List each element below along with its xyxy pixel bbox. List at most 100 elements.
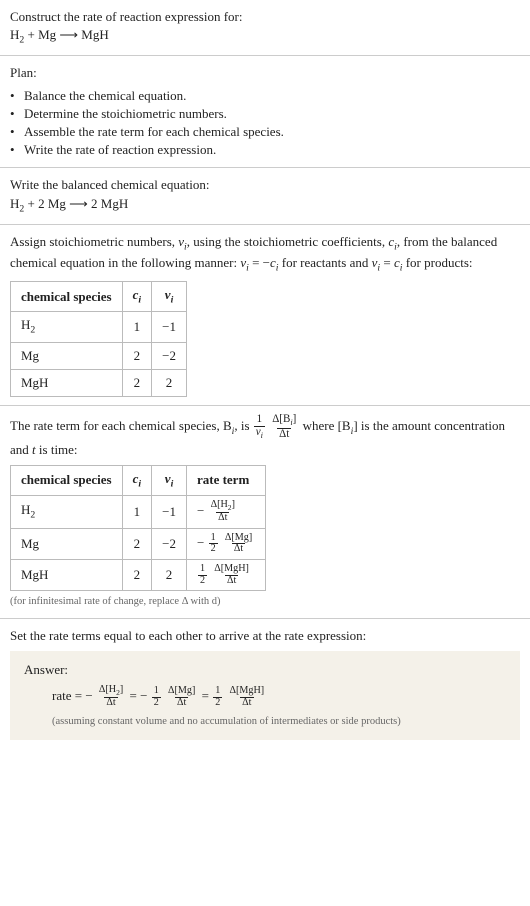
frac-num: Δ[Mg]	[166, 686, 197, 697]
fraction-half: 12	[213, 686, 222, 708]
plan-item-text: Determine the stoichiometric numbers.	[24, 105, 227, 123]
table2-footnote: (for infinitesimal rate of change, repla…	[10, 595, 520, 610]
table-row: H2 1 −1 − Δ[H2]Δt	[11, 496, 266, 529]
nui-cell: 2	[152, 369, 187, 396]
rate-expression: rate = − Δ[H2]Δt = − 12 Δ[Mg]Δt = 12 Δ[M…	[52, 685, 506, 709]
rate-term-cell: − 12 Δ[Mg]Δt	[186, 528, 265, 559]
delta-open: Δ[MgH	[214, 563, 245, 574]
species-sub: 2	[30, 325, 35, 336]
frac-num: Δ[MgH]	[228, 686, 267, 697]
fraction: Δ[Mg]Δt	[166, 686, 197, 708]
rate-intro-part: is time:	[36, 442, 78, 457]
balanced-heading: Write the balanced chemical equation:	[10, 176, 520, 194]
ci-cell: 2	[122, 342, 152, 369]
bullet-icon: •	[10, 105, 20, 123]
frac-den: Δt	[240, 697, 253, 709]
answer-box: Answer: rate = − Δ[H2]Δt = − 12 Δ[Mg]Δt …	[10, 651, 520, 740]
frac-num: 1	[255, 414, 265, 426]
frac-num: 1	[213, 686, 222, 697]
equals: =	[130, 688, 141, 703]
ci-cell: 2	[122, 528, 152, 559]
i-sub: i	[171, 478, 174, 489]
table-row: MgH 2 2	[11, 369, 187, 396]
eqn-rest: + Mg ⟶ MgH	[24, 27, 108, 42]
plan-item-text: Write the rate of reaction expression.	[24, 141, 216, 159]
rate-intro-text: The rate term for each chemical species,…	[10, 414, 520, 459]
assign-text: Assign stoichiometric numbers, νi, using…	[10, 233, 520, 275]
ci-cell: 1	[122, 312, 152, 342]
frac-num: Δ[H2]	[97, 685, 125, 697]
delta-close: ]	[120, 684, 123, 695]
ci-cell: 2	[122, 559, 152, 590]
i-sub: i	[138, 295, 141, 306]
rate-intro-part: where [B	[303, 418, 351, 433]
balanced-equation: H2 + 2 Mg ⟶ 2 MgH	[10, 195, 520, 216]
assign-part: = −	[249, 255, 270, 270]
frac-num: Δ[H2]	[209, 500, 237, 512]
frac-den: Δt	[232, 543, 245, 555]
delta-close: ]	[232, 499, 235, 510]
fraction: Δ[MgH]Δt	[212, 564, 251, 586]
assign-part: for products:	[402, 255, 472, 270]
table-row: Mg 2 −2 − 12 Δ[Mg]Δt	[11, 528, 266, 559]
nui-cell: −1	[152, 312, 187, 342]
i-sub: i	[261, 431, 263, 440]
plan-list: •Balance the chemical equation. •Determi…	[10, 87, 520, 160]
table-row: chemical species ci νi	[11, 282, 187, 312]
bullet-icon: •	[10, 123, 20, 141]
species-sub: 2	[30, 510, 35, 521]
h2-symbol: H	[10, 196, 19, 211]
final-heading: Set the rate terms equal to each other t…	[10, 627, 520, 645]
assign-part: for reactants and	[279, 255, 372, 270]
assumption-note: (assuming constant volume and no accumul…	[52, 715, 506, 730]
delta-close: ]	[192, 685, 195, 696]
stoich-table: chemical species ci νi H2 1 −1 Mg 2 −2 M…	[10, 281, 187, 397]
delta-close: ]	[261, 685, 264, 696]
table-row: H2 1 −1	[11, 312, 187, 342]
ci-cell: 1	[122, 496, 152, 529]
delta-open: Δ[H	[99, 684, 116, 695]
nui-cell: 2	[152, 559, 187, 590]
rate-term-section: The rate term for each chemical species,…	[0, 406, 530, 618]
plan-item-text: Balance the chemical equation.	[24, 87, 186, 105]
plan-item-text: Assemble the rate term for each chemical…	[24, 123, 284, 141]
species-text: H	[21, 502, 30, 517]
sign: −	[85, 688, 92, 703]
species-cell: Mg	[11, 528, 123, 559]
nui-cell: −1	[152, 496, 187, 529]
final-section: Set the rate terms equal to each other t…	[0, 619, 530, 748]
delta-open: Δ[MgH	[230, 685, 261, 696]
table-row: chemical species ci νi rate term	[11, 465, 266, 495]
table-row: Mg 2 −2	[11, 342, 187, 369]
table-row: MgH 2 2 12 Δ[MgH]Δt	[11, 559, 266, 590]
frac-num: Δ[Mg]	[223, 533, 254, 544]
col-ci: ci	[122, 465, 152, 495]
frac-den: 2	[213, 697, 222, 709]
frac-den: Δt	[216, 512, 229, 524]
assign-part: =	[380, 255, 394, 270]
frac-den: 2	[209, 543, 218, 555]
rate-term-cell: 12 Δ[MgH]Δt	[186, 559, 265, 590]
frac-num: 1	[198, 564, 207, 575]
fraction: Δ[H2]Δt	[209, 500, 237, 524]
balanced-section: Write the balanced chemical equation: H2…	[0, 168, 530, 223]
sign: −	[197, 535, 204, 550]
plan-section: Plan: •Balance the chemical equation. •D…	[0, 56, 530, 167]
rate-term-table: chemical species ci νi rate term H2 1 −1…	[10, 465, 266, 591]
frac-num: Δ[MgH]	[212, 564, 251, 575]
bullet-icon: •	[10, 141, 20, 159]
list-item: •Write the rate of reaction expression.	[10, 141, 520, 159]
i-sub: i	[138, 478, 141, 489]
header-section: Construct the rate of reaction expressio…	[0, 0, 530, 55]
fraction-dB-dt: Δ[Bi]Δt	[270, 414, 298, 440]
col-ci: ci	[122, 282, 152, 312]
rate-intro-part: The rate term for each chemical species,…	[10, 418, 232, 433]
frac-den: νi	[254, 426, 265, 441]
ci-cell: 2	[122, 369, 152, 396]
frac-num: 1	[209, 533, 218, 544]
rate-term-cell: − Δ[H2]Δt	[186, 496, 265, 529]
assign-part: Assign stoichiometric numbers,	[10, 234, 178, 249]
delta-close: ]	[246, 563, 249, 574]
frac-den: Δt	[175, 697, 188, 709]
species-cell: MgH	[11, 559, 123, 590]
